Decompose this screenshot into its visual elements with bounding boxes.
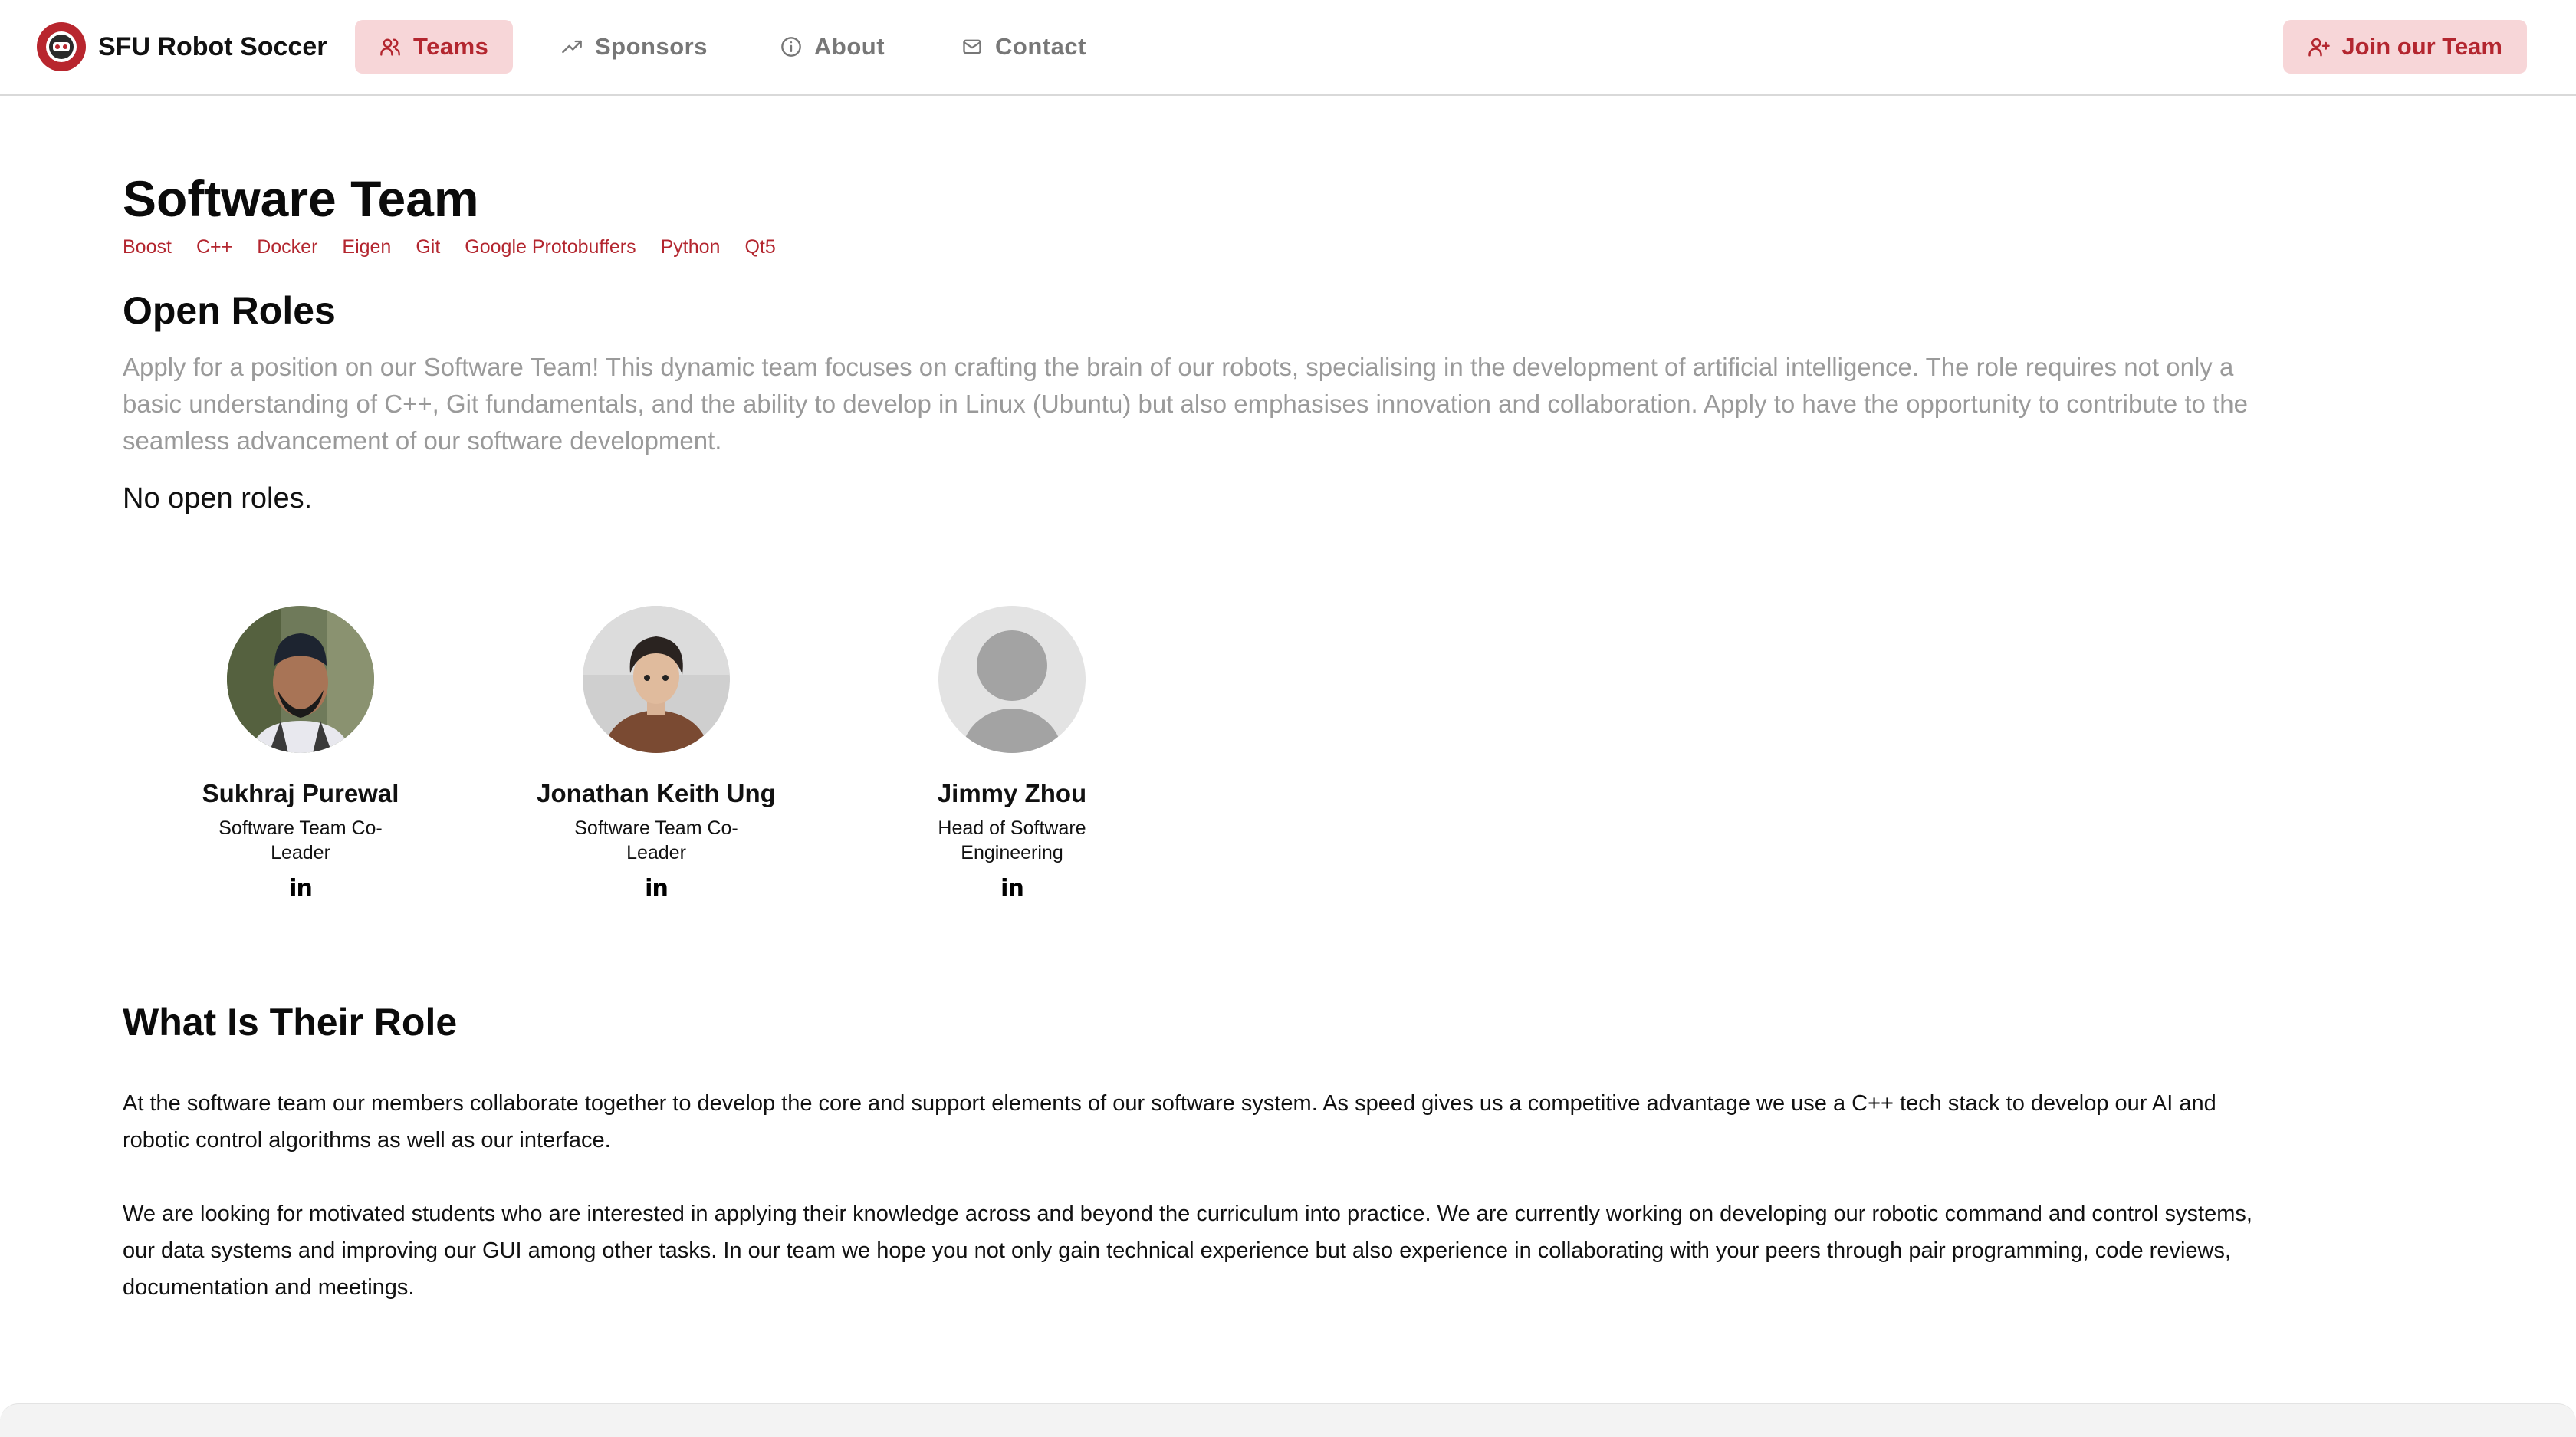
nav-teams[interactable]: Teams [355,20,514,74]
nav-sponsors-label: Sponsors [595,33,708,60]
role-paragraph: We are looking for motivated students wh… [123,1202,2252,1300]
member-title: Software Team Co-Leader [219,817,383,863]
open-roles-status: No open roles. [123,482,313,515]
user-plus-icon [2308,38,2331,57]
member-title: Software Team Co-Leader [574,817,738,863]
tech-tag: Docker [257,236,318,258]
avatar [227,606,374,753]
open-roles-description: Apply for a position on our Software Tea… [123,353,2248,455]
member-name: Sukhraj Purewal [202,779,399,807]
join-team-label: Join our Team [2341,33,2502,60]
avatar-placeholder [938,606,1086,753]
page-title: Software Team [123,170,479,227]
tech-tag: Git [416,236,441,258]
nav-contact-label: Contact [995,33,1086,60]
mail-icon [963,39,981,54]
avatar [583,606,730,753]
trending-up-icon [562,40,582,54]
member-card: Jonathan Keith Ung Software Team Co-Lead… [478,606,834,903]
nav-teams-label: Teams [413,33,489,60]
tech-tag: Python [660,236,721,258]
nav-sponsors[interactable]: Sponsors [537,20,732,74]
brand-name: SFU Robot Soccer [98,31,327,61]
member-card: Sukhraj Purewal Software Team Co-Leader … [123,606,478,903]
member-title: Head of Software Engineering [938,817,1086,863]
brand-home-link[interactable]: SFU Robot Soccer [37,21,327,72]
info-icon [781,37,801,57]
users-icon [380,38,400,56]
tech-tag-list: Boost C++ Docker Eigen Git Google Protob… [123,236,776,258]
join-team-button[interactable]: Join our Team [2283,20,2527,74]
member-name: Jonathan Keith Ung [537,779,776,807]
linkedin-icon[interactable]: in [285,873,316,903]
role-heading: What Is Their Role [123,1001,458,1044]
linkedin-icon[interactable]: in [997,873,1027,903]
member-card: Jimmy Zhou Head of Software Engineering … [834,606,1190,903]
tech-tag: Boost [123,236,172,258]
open-roles-heading: Open Roles [123,289,336,332]
footer-edge [0,1403,2576,1437]
member-name: Jimmy Zhou [937,779,1087,807]
tech-tag: Qt5 [744,236,776,258]
role-paragraph: At the software team our members collabo… [123,1091,2216,1153]
linkedin-icon[interactable]: in [641,873,672,903]
tech-tag: C++ [196,236,233,258]
team-members: Sukhraj Purewal Software Team Co-Leader … [123,606,1190,903]
robot-logo-icon [37,22,86,71]
nav-about-label: About [814,33,886,60]
nav-contact[interactable]: Contact [937,20,1111,74]
tech-tag: Google Protobuffers [465,236,636,258]
top-nav: SFU Robot Soccer Teams Sponsors About Co… [0,0,2576,96]
tech-tag: Eigen [342,236,392,258]
nav-about[interactable]: About [756,20,909,74]
